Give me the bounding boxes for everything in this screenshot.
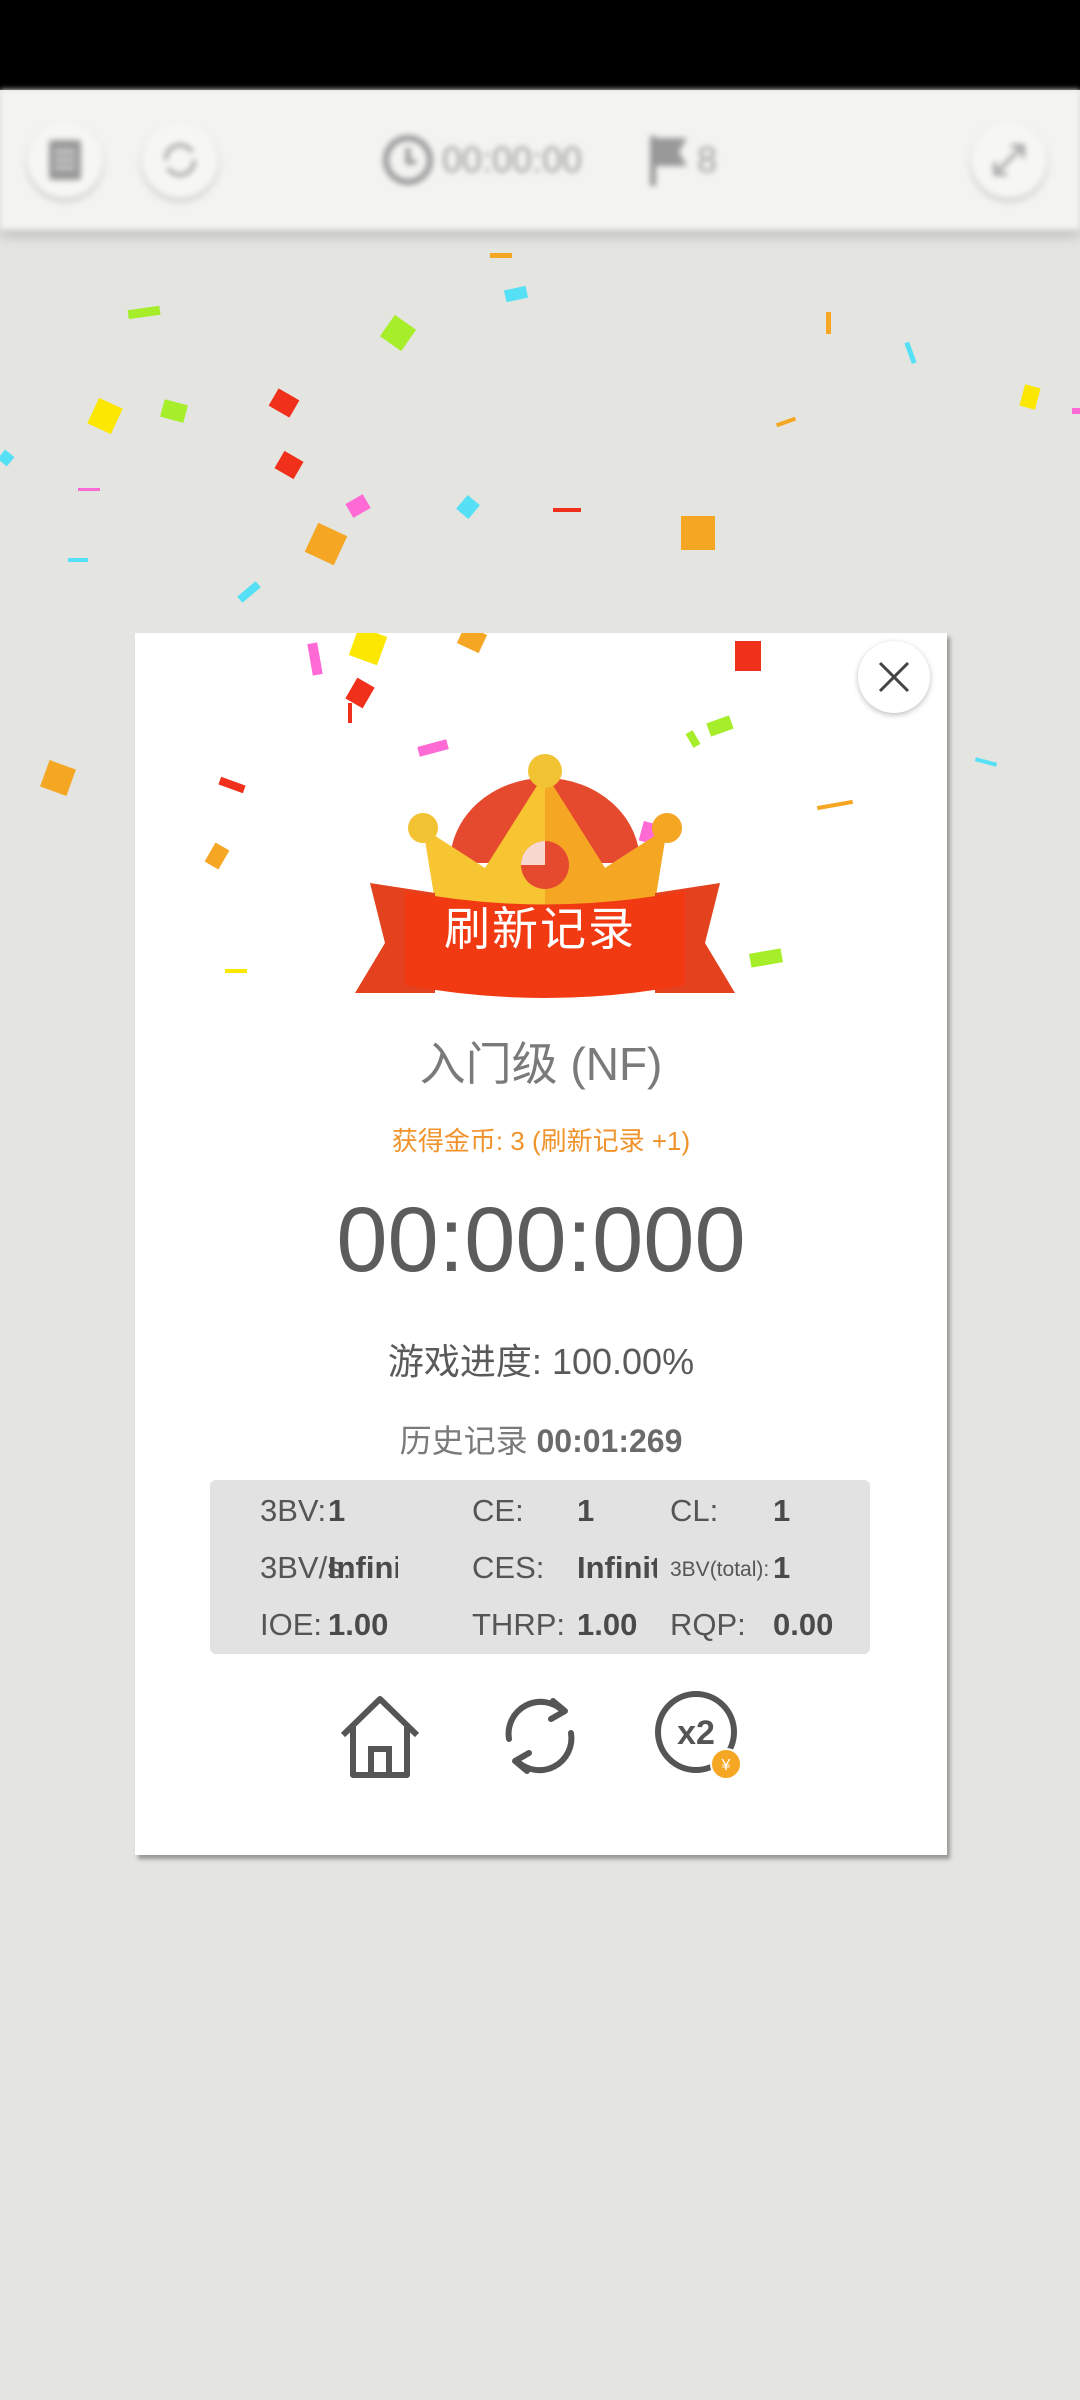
refresh-icon — [505, 1698, 575, 1774]
stat-label: CE: — [472, 1493, 524, 1528]
stat-value: 1.00 — [577, 1607, 638, 1642]
stat-value: 1 — [773, 1493, 791, 1528]
stat-value: 1.00 — [328, 1607, 389, 1642]
stat-label: 3BV: — [260, 1493, 327, 1528]
stat-label: THRP: — [472, 1607, 565, 1642]
stat-value: 1 — [773, 1550, 791, 1585]
timer-display: 00:00:00 — [380, 130, 582, 190]
double-reward-button[interactable]: x2 ¥ — [652, 1688, 748, 1784]
history-record: 历史记录 00:01:269 — [135, 1416, 947, 1462]
flag-counter: 8 — [645, 130, 717, 190]
stat-label: CL: — [670, 1493, 719, 1528]
progress-value: 100.00% — [551, 1341, 695, 1382]
stat-value: Infinit — [577, 1550, 657, 1585]
game-time: 00:00:000 — [336, 1189, 746, 1291]
fullscreen-button[interactable] — [971, 122, 1047, 198]
menu-button[interactable] — [27, 122, 103, 198]
stat-label: 3BV(total): — [670, 1558, 770, 1581]
refresh-icon — [164, 143, 196, 177]
progress-label: 游戏进度: — [387, 1341, 542, 1382]
stats-panel: 3BV: 1 CE: 1 CL: 1 3BV/s: Infini CES: In… — [210, 1480, 870, 1654]
record-banner-text: 刷新记录 — [444, 903, 636, 955]
double-label: x2 — [677, 1714, 715, 1752]
difficulty-level: 入门级 (NF) — [419, 1038, 663, 1090]
stat-value: Infini — [328, 1550, 398, 1585]
flag-icon — [650, 136, 687, 186]
close-button[interactable] — [858, 641, 930, 713]
history-label: 历史记录 — [399, 1423, 528, 1459]
flag-count: 8 — [697, 139, 718, 180]
expand-icon — [993, 144, 1025, 176]
game-progress: 游戏进度: 100.00% — [135, 1333, 947, 1385]
history-value: 00:01:269 — [536, 1423, 683, 1459]
stat-label: CES: — [472, 1550, 545, 1585]
crown-badge — [355, 754, 735, 998]
restart-button[interactable] — [142, 122, 218, 198]
restart-game-button[interactable] — [492, 1688, 588, 1784]
coins-earned: 获得金币: 3 (刷新记录 +1) — [391, 1126, 691, 1156]
timer-text: 00:00:00 — [442, 139, 583, 180]
game-toolbar: 00:00:00 8 — [0, 90, 1080, 230]
svg-text:¥: ¥ — [721, 1757, 731, 1774]
home-button[interactable] — [332, 1688, 428, 1784]
clock-icon — [383, 135, 433, 185]
double-coins-icon: x2 ¥ — [655, 1691, 742, 1780]
stat-value: 0.00 — [773, 1607, 834, 1642]
status-bar — [0, 0, 1080, 90]
stat-value: 1 — [328, 1493, 346, 1528]
document-icon — [49, 140, 81, 180]
stat-label: IOE: — [260, 1607, 323, 1642]
stat-value: 1 — [577, 1493, 595, 1528]
record-dialog: 刷新记录 入门级 (NF) 获得金币: 3 (刷新记录 +1) 00:00:00… — [135, 633, 947, 1855]
close-icon — [878, 661, 910, 693]
home-icon — [340, 1696, 420, 1778]
stat-label: RQP: — [670, 1607, 746, 1642]
